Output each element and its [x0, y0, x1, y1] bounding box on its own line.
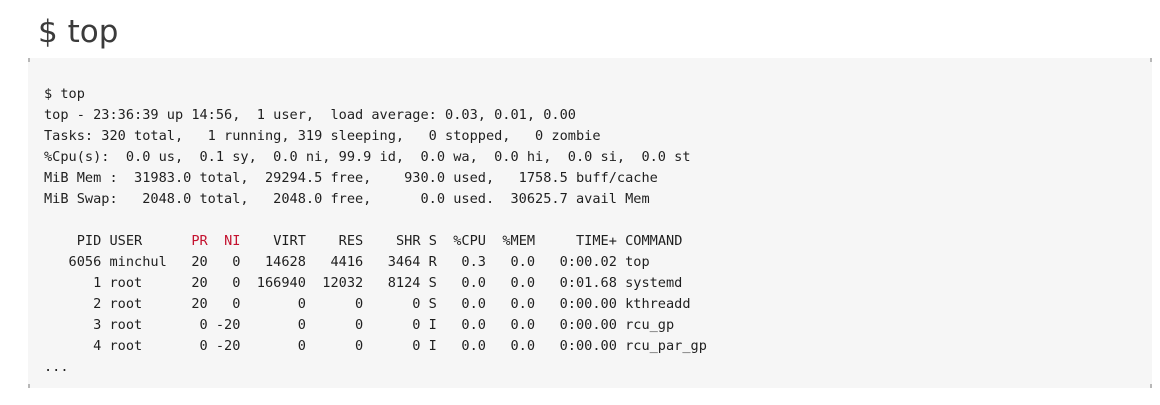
process-row: 2 root 20 0 0 0 0 S 0.0 0.0 0:00.00 kthr… [44, 296, 691, 312]
code-block-corner-marker [1150, 58, 1152, 62]
page-title: $ top [38, 14, 119, 50]
header-gap [208, 233, 224, 249]
header-pr: PR [191, 233, 208, 249]
code-block-corner-marker [28, 384, 30, 388]
header-ni: NI [224, 233, 241, 249]
process-row: 3 root 0 -20 0 0 0 I 0.0 0.0 0:00.00 rcu… [44, 317, 675, 333]
process-row: 4 root 0 -20 0 0 0 I 0.0 0.0 0:00.00 rcu… [44, 338, 707, 354]
terminal-output: $ top top - 23:36:39 up 14:56, 1 user, lo… [44, 84, 707, 378]
header-rest: VIRT RES SHR S %CPU %MEM TIME+ COMMAND [240, 233, 683, 249]
code-block-corner-marker [1150, 384, 1152, 388]
header-pid-user: PID USER [44, 233, 192, 249]
swap-line: MiB Swap: 2048.0 total, 2048.0 free, 0.0… [44, 191, 650, 207]
tasks-line: Tasks: 320 total, 1 running, 319 sleepin… [44, 128, 601, 144]
cpu-line: %Cpu(s): 0.0 us, 0.1 sy, 0.0 ni, 99.9 id… [44, 149, 691, 165]
process-row: 1 root 20 0 166940 12032 8124 S 0.0 0.0 … [44, 275, 683, 291]
process-table-header: PID USER PR NI VIRT RES SHR S %CPU %MEM … [44, 231, 707, 252]
code-block-corner-marker [28, 58, 30, 62]
uptime-line: top - 23:36:39 up 14:56, 1 user, load av… [44, 107, 576, 123]
memory-line: MiB Mem : 31983.0 total, 29294.5 free, 9… [44, 170, 658, 186]
code-block: $ top top - 23:36:39 up 14:56, 1 user, lo… [28, 58, 1152, 388]
process-row: 6056 minchul 20 0 14628 4416 3464 R 0.3 … [44, 254, 650, 270]
ellipsis: ... [44, 359, 69, 375]
terminal-command-line: $ top [44, 86, 85, 102]
